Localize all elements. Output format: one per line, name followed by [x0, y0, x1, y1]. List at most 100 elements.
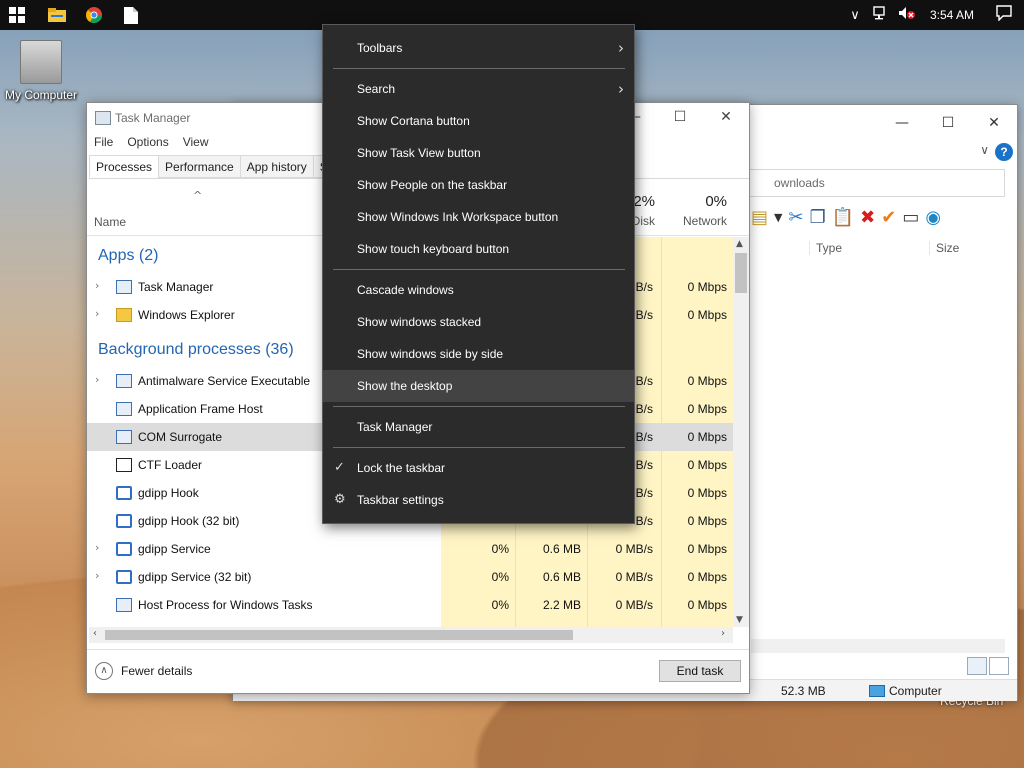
- maximize-icon[interactable]: ☐: [925, 105, 971, 141]
- scrollbar-thumb[interactable]: [735, 253, 747, 293]
- explorer-horizontal-scrollbar[interactable]: [751, 639, 1005, 653]
- expand-chevron-icon[interactable]: ›: [95, 373, 99, 386]
- menu-file[interactable]: File: [94, 135, 113, 149]
- minimize-icon[interactable]: —: [879, 105, 925, 141]
- scroll-right-icon[interactable]: ›: [721, 628, 725, 639]
- menu-item-show-ink-workspace[interactable]: Show Windows Ink Workspace button: [323, 201, 634, 233]
- menu-item-show-cortana[interactable]: Show Cortana button: [323, 105, 634, 137]
- check-icon[interactable]: ✔: [881, 207, 896, 229]
- menu-item-toolbars[interactable]: Toolbars ›: [323, 32, 634, 64]
- windows-start-icon[interactable]: [6, 4, 28, 26]
- chrome-icon[interactable]: [83, 4, 105, 26]
- menu-item-search[interactable]: Search ›: [323, 73, 634, 105]
- tab-performance[interactable]: Performance: [158, 155, 241, 178]
- menu-separator: [333, 68, 625, 69]
- help-icon[interactable]: ?: [995, 143, 1013, 161]
- process-memory: 0.6 MB: [542, 542, 581, 556]
- task-manager-app-icon: [95, 111, 111, 125]
- status-location: Computer: [869, 684, 942, 698]
- close-icon[interactable]: ✕: [971, 105, 1017, 141]
- expand-chevron-icon[interactable]: ›: [95, 279, 99, 292]
- menu-view[interactable]: View: [183, 135, 209, 149]
- menu-separator: [333, 406, 625, 407]
- paste-icon[interactable]: 📋: [832, 207, 854, 229]
- expand-chevron-icon[interactable]: ›: [95, 569, 99, 582]
- process-row[interactable]: › gdipp Service (32 bit) 0% 0.6 MB 0 MB/s 0 M…: [87, 563, 733, 591]
- com-surrogate-icon: [116, 430, 132, 444]
- my-computer-desktop-icon[interactable]: My Computer: [2, 40, 80, 102]
- tab-processes[interactable]: Processes: [89, 155, 160, 178]
- copy-icon[interactable]: ❐: [810, 207, 826, 229]
- menu-bar: File Options View: [94, 135, 209, 149]
- delete-icon[interactable]: ✖: [860, 207, 875, 229]
- expand-chevron-icon[interactable]: ›: [95, 307, 99, 320]
- menu-item-task-manager[interactable]: Task Manager: [323, 411, 634, 443]
- process-memory: 2.2 MB: [542, 598, 581, 612]
- maximize-icon[interactable]: ☐: [657, 103, 703, 131]
- explorer-search-input[interactable]: ownloads: [747, 169, 1005, 197]
- computer-icon: [869, 685, 885, 697]
- view-toggle: [967, 657, 1009, 675]
- process-row[interactable]: › gdipp Service 0% 0.6 MB 0 MB/s 0 Mbps: [87, 535, 733, 563]
- action-center-icon[interactable]: [984, 5, 1024, 25]
- collapse-icon[interactable]: ∧: [95, 662, 113, 680]
- taskbar-clock[interactable]: 3:54 AM: [920, 8, 984, 22]
- large-icons-view-icon[interactable]: [989, 657, 1009, 675]
- ribbon-chevron-icon[interactable]: ∨: [980, 143, 989, 157]
- menu-item-lock-taskbar[interactable]: ✓ Lock the taskbar: [323, 452, 634, 484]
- tab-app-history[interactable]: App history: [239, 155, 314, 178]
- end-task-button[interactable]: End task: [659, 660, 741, 682]
- process-disk: 0 MB/s: [615, 598, 653, 612]
- group-header-apps: Apps (2): [98, 247, 159, 264]
- network-icon[interactable]: [868, 6, 894, 24]
- process-cpu: 0%: [491, 598, 509, 612]
- globe-icon[interactable]: ◉: [925, 207, 941, 229]
- menu-item-label: Lock the taskbar: [357, 461, 446, 475]
- menu-item-windows-stacked[interactable]: Show windows stacked: [323, 306, 634, 338]
- cut-icon[interactable]: ✂: [788, 207, 803, 229]
- menu-item-cascade-windows[interactable]: Cascade windows: [323, 274, 634, 306]
- column-type[interactable]: Type: [809, 241, 929, 255]
- document-icon[interactable]: [120, 4, 142, 26]
- properties-icon[interactable]: ▤: [751, 207, 768, 229]
- expand-chevron-icon[interactable]: ›: [95, 541, 99, 554]
- chevron-up-icon[interactable]: ∨: [842, 8, 868, 23]
- column-name[interactable]: Name: [94, 215, 126, 229]
- horizontal-scrollbar[interactable]: ‹ ›: [89, 627, 733, 643]
- close-icon[interactable]: ✕: [703, 103, 749, 131]
- process-name: gdipp Service: [138, 542, 211, 556]
- window-icon: [116, 486, 132, 500]
- column-size[interactable]: Size: [929, 241, 1009, 255]
- menu-separator: [333, 269, 625, 270]
- status-location-label: Computer: [889, 684, 942, 698]
- window-icon: [116, 542, 132, 556]
- folder-icon: [116, 308, 132, 322]
- menu-item-taskbar-settings[interactable]: ⚙ Taskbar settings: [323, 484, 634, 516]
- scroll-left-icon[interactable]: ‹: [93, 628, 97, 639]
- process-cpu: 0%: [491, 570, 509, 584]
- scrollbar-thumb[interactable]: [105, 630, 573, 640]
- scroll-up-icon[interactable]: ▲: [736, 239, 743, 249]
- chevron-right-icon: ›: [618, 80, 624, 98]
- menu-item-side-by-side[interactable]: Show windows side by side: [323, 338, 634, 370]
- menu-item-label: Toolbars: [357, 41, 403, 55]
- file-explorer-icon[interactable]: [46, 4, 68, 26]
- menu-item-label: Search: [357, 82, 396, 96]
- menu-item-show-touch-keyboard[interactable]: Show touch keyboard button: [323, 233, 634, 265]
- rename-icon[interactable]: ▭: [902, 207, 919, 229]
- column-network[interactable]: 0% Network: [667, 193, 727, 228]
- vertical-scrollbar[interactable]: ▲ ▼: [733, 237, 749, 627]
- details-view-icon[interactable]: [967, 657, 987, 675]
- menu-item-show-desktop[interactable]: Show the desktop: [323, 370, 634, 402]
- fewer-details-link[interactable]: Fewer details: [121, 664, 192, 678]
- menu-item-show-task-view[interactable]: Show Task View button: [323, 137, 634, 169]
- menu-options[interactable]: Options: [127, 135, 168, 149]
- service-icon: [116, 598, 132, 612]
- process-row[interactable]: Host Process for Windows Tasks 0% 2.2 MB 0 …: [87, 591, 733, 619]
- volume-muted-icon[interactable]: [894, 6, 920, 24]
- process-network: 0 Mbps: [687, 374, 727, 388]
- process-network: 0 Mbps: [687, 402, 727, 416]
- scroll-down-icon[interactable]: ▼: [736, 615, 743, 625]
- dropdown-icon[interactable]: ▼: [774, 207, 782, 229]
- menu-item-show-people[interactable]: Show People on the taskbar: [323, 169, 634, 201]
